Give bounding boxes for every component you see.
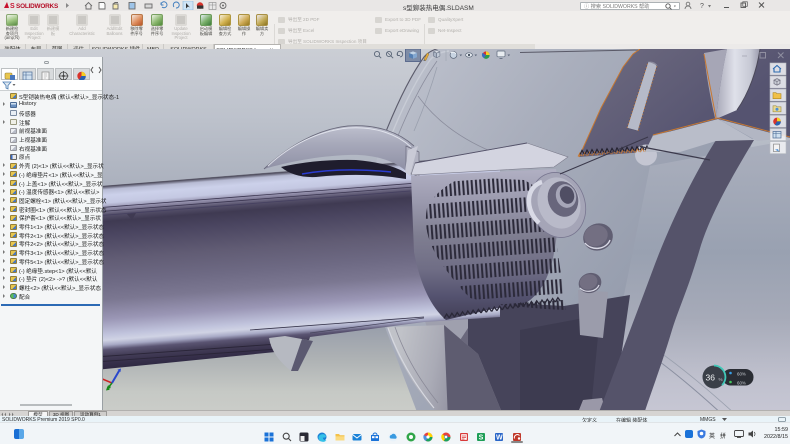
svg-text:SOLIDWORKS: SOLIDWORKS: [16, 3, 59, 10]
svg-text:S: S: [10, 3, 15, 10]
svg-text:%: %: [719, 377, 723, 382]
svg-text:?: ?: [700, 3, 704, 10]
svg-text:60%: 60%: [737, 381, 746, 386]
svg-text:60%: 60%: [737, 372, 746, 377]
svg-text:36: 36: [706, 373, 716, 383]
svg-text:S: S: [479, 435, 484, 442]
svg-text:W: W: [496, 435, 503, 442]
